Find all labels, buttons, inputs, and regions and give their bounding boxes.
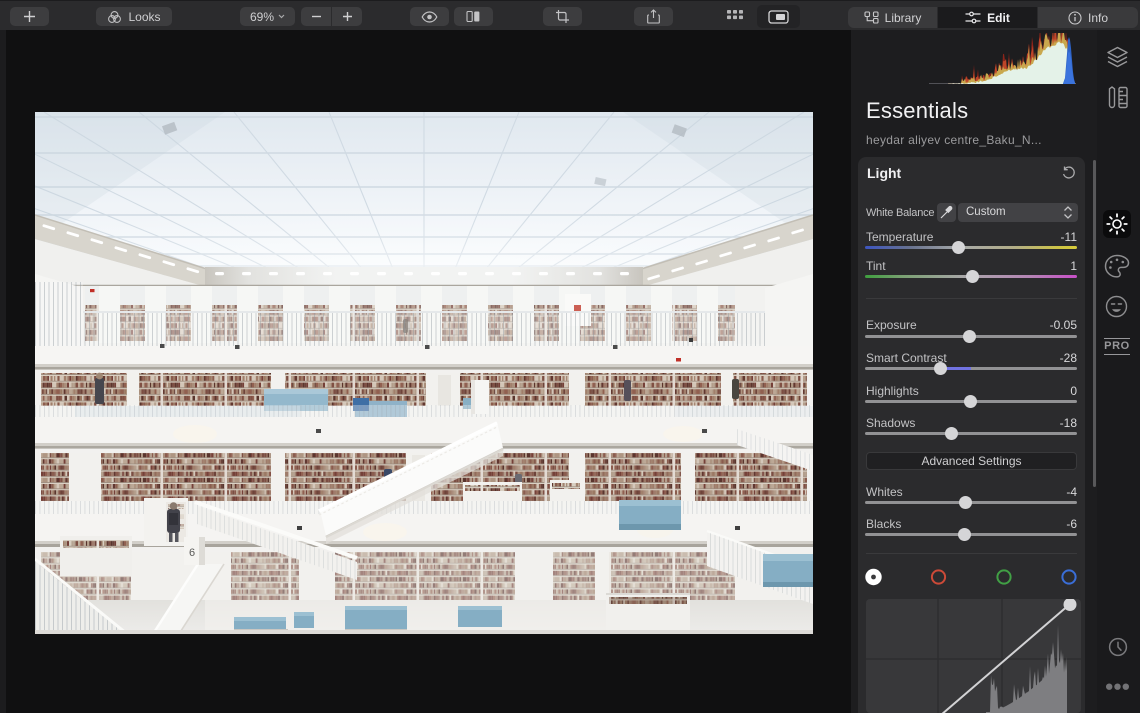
svg-text:6: 6 (189, 547, 195, 559)
